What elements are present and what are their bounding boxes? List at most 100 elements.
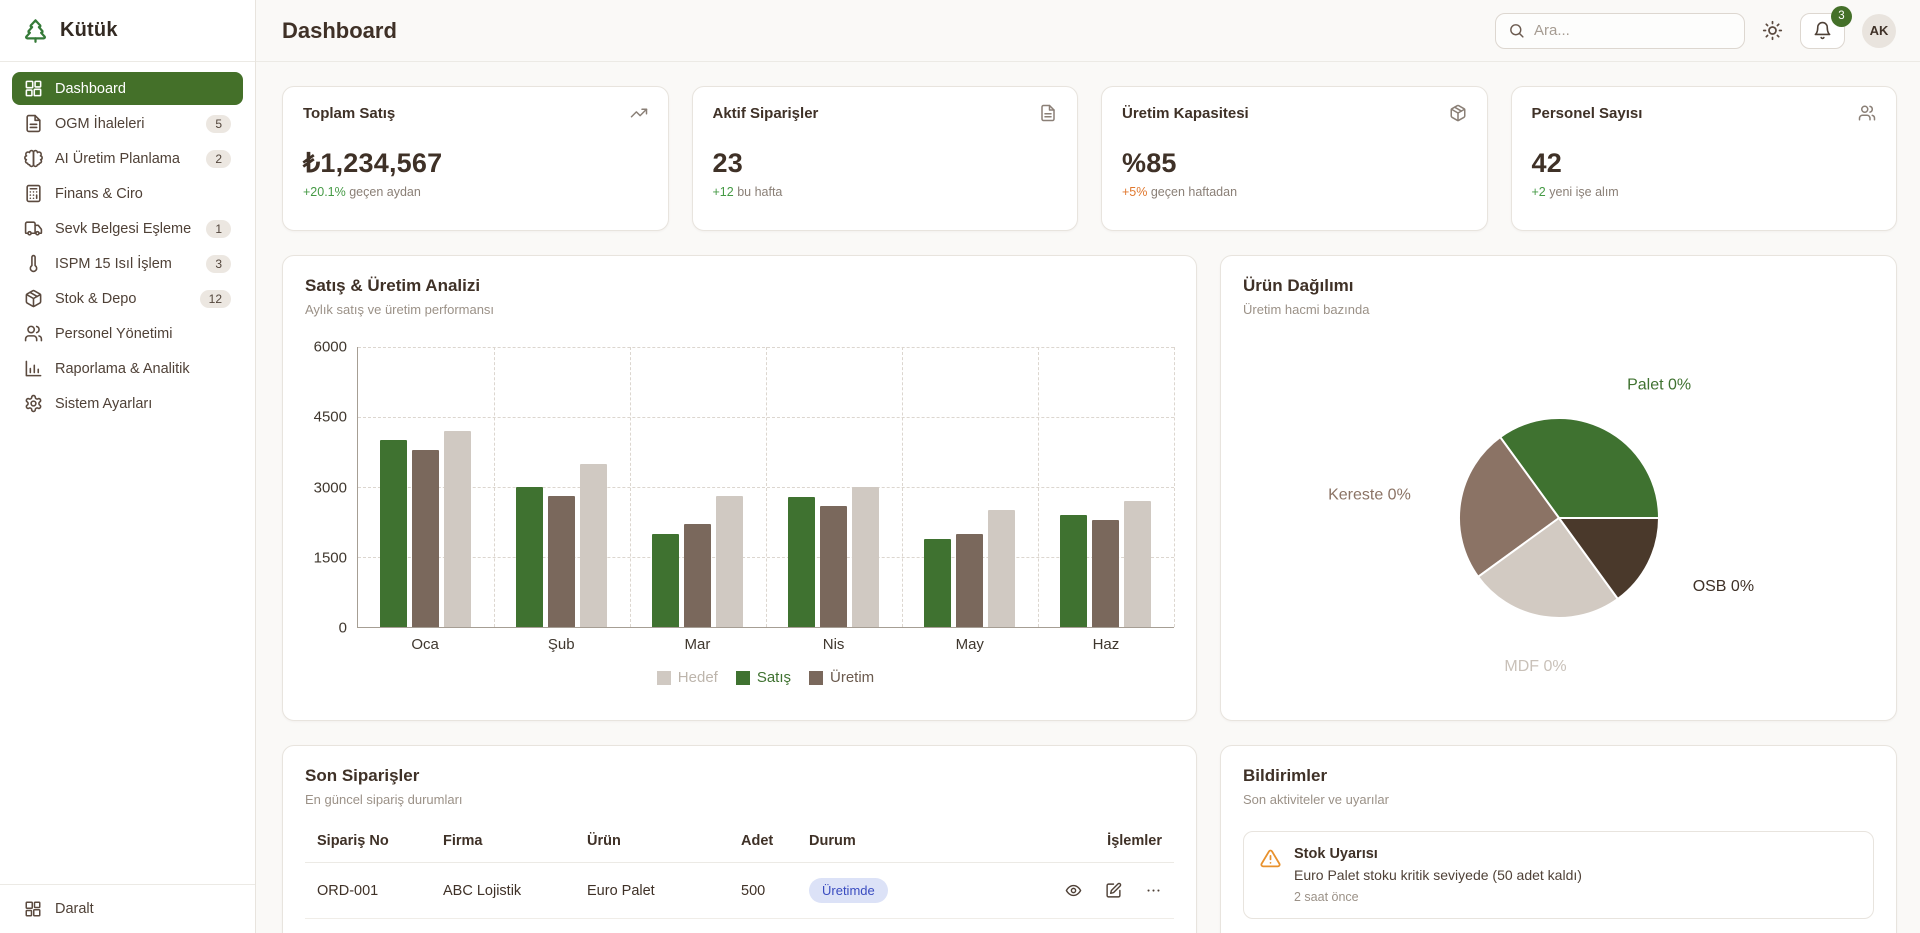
order-no: ORD-001	[317, 883, 443, 899]
bar-group-ub	[494, 347, 630, 627]
order-actions	[1042, 882, 1162, 899]
sidebar-item-ispm-15-is-l-i-lem[interactable]: ISPM 15 Isıl İşlem3	[12, 247, 243, 280]
sidebar-item-sistem-ayarlar[interactable]: Sistem Ayarları	[12, 387, 243, 420]
sidebar-item-label: Raporlama & Analitik	[55, 361, 190, 377]
x-tick-label: Şub	[493, 636, 629, 653]
stat-card-title: Toplam Satış	[303, 105, 395, 122]
app-name: Kütük	[60, 19, 118, 42]
orders-column-durum: Durum	[809, 833, 1042, 849]
sidebar-item-badge: 12	[200, 290, 231, 308]
sidebar-collapse-button[interactable]: Daralt	[0, 884, 255, 933]
order-qty: 500	[741, 883, 809, 899]
sidebar-item-stok-depo[interactable]: Stok & Depo12	[12, 282, 243, 315]
bar-hedef-may	[988, 510, 1015, 627]
legend-item-hedef: Hedef	[657, 669, 718, 686]
stat-card-value: ₺1,234,567	[303, 148, 648, 179]
topbar: Dashboard 3 AK	[256, 0, 1920, 62]
stat-card-title: Aktif Siparişler	[713, 105, 819, 122]
bar-chart-subtitle: Aylık satış ve üretim performansı	[305, 302, 1174, 317]
orders-table-header: Sipariş NoFirmaÜrünAdetDurumİşlemler	[305, 833, 1174, 863]
stat-card-change: +2 yeni işe alım	[1532, 185, 1877, 199]
sidebar-item-finans-ciro[interactable]: Finans & Ciro	[12, 177, 243, 210]
users-icon	[24, 324, 43, 343]
avatar[interactable]: AK	[1862, 14, 1896, 48]
pie-label-kereste: Kereste 0%	[1328, 487, 1411, 504]
search-icon	[1508, 22, 1525, 39]
theme-toggle-sun-icon[interactable]	[1762, 20, 1783, 41]
notification-title: Stok Uyarısı	[1294, 846, 1582, 862]
sidebar-item-raporlama-analitik[interactable]: Raporlama & Analitik	[12, 352, 243, 385]
users-icon	[1858, 104, 1876, 122]
sidebar-item-dashboard[interactable]: Dashboard	[12, 72, 243, 105]
bar-chart-legend: Hedef Satış Üretim	[357, 669, 1174, 686]
sidebar-item-label: OGM İhaleleri	[55, 116, 144, 132]
notifications-title: Bildirimler	[1243, 766, 1874, 786]
orders-column-i-lemler: İşlemler	[1042, 833, 1162, 849]
trending-up-icon	[630, 104, 648, 122]
notification-time: 2 saat önce	[1294, 890, 1582, 904]
bar-chart-y-axis: 01500300045006000	[305, 347, 357, 628]
sidebar-item-label: Sevk Belgesi Eşleme	[55, 221, 191, 237]
page-content: Toplam Satış ₺1,234,567 +20.1% geçen ayd…	[256, 62, 1920, 933]
bar-hedef-ub	[580, 464, 607, 627]
stat-card-change: +5% geçen haftadan	[1122, 185, 1467, 199]
x-tick-label: Nis	[766, 636, 902, 653]
more-ellipsis-icon[interactable]	[1145, 882, 1162, 899]
orders-column-firma: Firma	[443, 833, 587, 849]
bar-sat-mar	[652, 534, 679, 627]
bar-chart: 01500300045006000 OcaŞubMarNisMayHaz Hed…	[305, 347, 1174, 686]
stat-card-change: +12 bu hafta	[713, 185, 1058, 199]
y-tick-label: 0	[339, 620, 347, 637]
app-logo: Kütük	[0, 0, 255, 62]
sidebar-item-ogm-i-haleleri[interactable]: OGM İhaleleri 5	[12, 107, 243, 140]
orders-column-r-n: Ürün	[587, 833, 741, 849]
search-input[interactable]	[1534, 22, 1733, 39]
y-tick-label: 1500	[314, 549, 347, 566]
main-area: Dashboard 3 AK Toplam Satış ₺1,234,567 +…	[256, 0, 1920, 933]
package-icon	[24, 289, 43, 308]
legend-swatch	[809, 671, 823, 685]
sidebar-item-personel-y-netimi[interactable]: Personel Yönetimi	[12, 317, 243, 350]
notifications-button[interactable]: 3	[1800, 13, 1845, 49]
bar-retim-mar	[684, 524, 711, 627]
search-box[interactable]	[1495, 13, 1745, 49]
legend-item-sat: Satış	[736, 669, 791, 686]
sidebar-item-label: ISPM 15 Isıl İşlem	[55, 256, 172, 272]
notifications-card: Bildirimler Son aktiviteler ve uyarılar …	[1220, 745, 1897, 933]
pie-chart-subtitle: Üretim hacmi bazında	[1243, 302, 1874, 317]
bar-sat-ub	[516, 487, 543, 627]
stat-card-retim-kapasitesi: Üretim Kapasitesi %85 +5% geçen haftadan	[1101, 86, 1488, 231]
sidebar-item-label: Sistem Ayarları	[55, 396, 152, 412]
bar-retim-oca	[412, 450, 439, 627]
bar-sat-oca	[380, 440, 407, 627]
bar-sat-haz	[1060, 515, 1087, 627]
collapse-label: Daralt	[55, 901, 94, 917]
package-icon	[1449, 104, 1467, 122]
sidebar-item-badge: 5	[206, 115, 231, 133]
sidebar-item-sevk-belgesi-e-leme[interactable]: Sevk Belgesi Eşleme1	[12, 212, 243, 245]
bar-group-oca	[358, 347, 494, 627]
pie-chart-svg: Palet 0%Kereste 0%MDF 0%OSB 0%	[1259, 333, 1859, 693]
y-tick-label: 3000	[314, 479, 347, 496]
stat-card-title: Üretim Kapasitesi	[1122, 105, 1249, 122]
warning-triangle-icon	[1260, 848, 1281, 869]
bar-hedef-mar	[716, 496, 743, 627]
stat-card-aktif-sipari-ler: Aktif Siparişler 23 +12 bu hafta	[692, 86, 1079, 231]
legend-swatch	[657, 671, 671, 685]
stat-card-value: %85	[1122, 148, 1467, 179]
view-eye-icon[interactable]	[1065, 882, 1082, 899]
sidebar-nav: Dashboard OGM İhaleleri 5 AI Üretim Planl…	[0, 62, 255, 884]
bar-retim-nis	[820, 506, 847, 627]
legend-swatch	[736, 671, 750, 685]
sidebar-item-label: Personel Yönetimi	[55, 326, 172, 342]
x-tick-label: Haz	[1038, 636, 1174, 653]
sidebar: Kütük Dashboard OGM İhaleleri 5 AI Üretim…	[0, 0, 256, 933]
orders-title: Son Siparişler	[305, 766, 1174, 786]
thermometer-icon	[24, 254, 43, 273]
stat-card-change: +20.1% geçen aydan	[303, 185, 648, 199]
bar-hedef-haz	[1124, 501, 1151, 627]
edit-pencil-icon[interactable]	[1105, 882, 1122, 899]
stat-card-personel-say-s: Personel Sayısı 42 +2 yeni işe alım	[1511, 86, 1898, 231]
sidebar-item-ai-retim-planlama[interactable]: AI Üretim Planlama2	[12, 142, 243, 175]
x-tick-label: May	[902, 636, 1038, 653]
